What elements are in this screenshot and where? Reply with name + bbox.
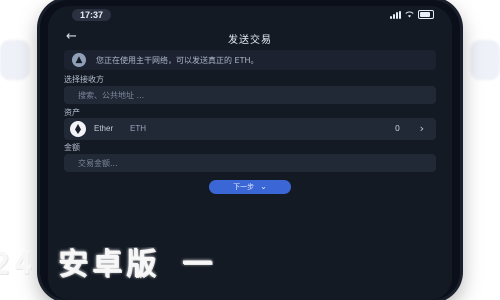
eth-icon (70, 121, 86, 137)
next-button[interactable]: 下一步 ⌄ (209, 180, 291, 194)
amount-placeholder: 交易金额... (78, 158, 118, 168)
battery-icon (418, 10, 434, 19)
asset-balance: 0 (394, 124, 400, 133)
status-time: 17:37 (72, 9, 112, 21)
recipient-placeholder: 搜索、公共地址 ... (78, 90, 145, 100)
nav-bar: ← 发送交易 (48, 28, 452, 48)
status-bar: 17:37 (48, 6, 452, 24)
next-button-label: 下一步 (233, 183, 255, 191)
notice-text: 您正在使用主干网络，可以发送真正的 ETH。 (96, 55, 259, 65)
recipient-input[interactable]: 搜索、公共地址 ... (64, 86, 436, 104)
amount-label: 金额 (64, 143, 80, 152)
chevron-down-icon: ⌄ (260, 182, 267, 191)
asset-selector[interactable]: Ether ETH 0 › (64, 118, 436, 140)
screenshot-stage: 17:37 ← 发送交易 ▲ 您正在使用主干网络，可以发送真正的 ETH。 选择… (0, 0, 500, 300)
page-title: 发送交易 (228, 35, 272, 46)
status-icons (390, 10, 434, 19)
background-card (470, 40, 500, 80)
asset-name: Ether (94, 124, 114, 133)
network-notice: ▲ 您正在使用主干网络，可以发送真正的 ETH。 (64, 50, 436, 70)
asset-label: 资产 (64, 108, 80, 117)
amount-input[interactable]: 交易金额... (64, 154, 436, 172)
asset-symbol: ETH (130, 124, 146, 133)
recipient-label: 选择接收方 (64, 75, 104, 84)
warning-icon: ▲ (72, 53, 86, 67)
signal-icon (390, 10, 401, 19)
wifi-icon (405, 11, 414, 18)
background-card (0, 40, 30, 80)
overlay-banner-text: 24 安卓版 一 (0, 247, 500, 283)
chevron-right-icon: › (419, 122, 424, 135)
overlay-text: 24 安卓版 一 (0, 247, 217, 282)
